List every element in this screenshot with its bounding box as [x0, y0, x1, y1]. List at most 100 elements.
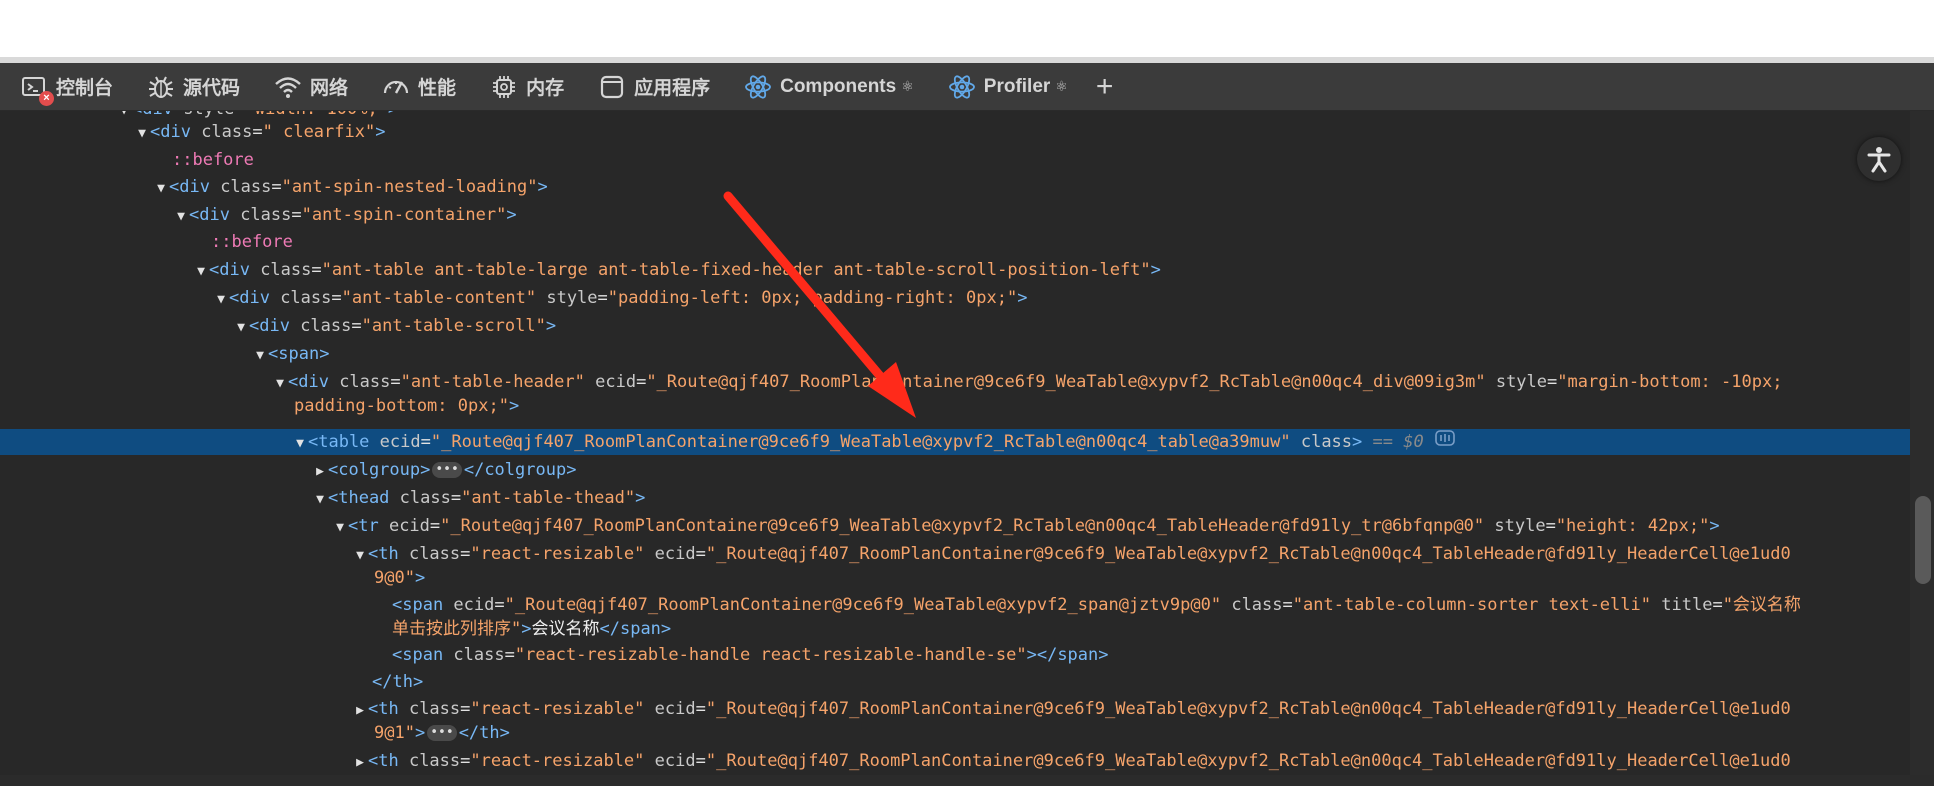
tag-open: <th — [368, 751, 409, 771]
expand-arrow[interactable]: ▼ — [272, 371, 288, 397]
attr-name: class — [408, 699, 461, 719]
tree-node[interactable]: ▼ <div class="ant-table-header" ecid="_Ro… — [0, 369, 1910, 395]
tree-node-selected[interactable]: ▼ <table ecid="_Route@qjf407_RoomPlanCont… — [0, 429, 1910, 455]
attr-name: class — [408, 751, 461, 771]
attr-name: class — [1300, 432, 1353, 452]
tree-pseudo-node[interactable]: ::before — [0, 147, 1910, 173]
tree-node[interactable]: ▼ <thead class="ant-table-thead"> — [0, 485, 1910, 511]
tag-open: <colgroup> — [328, 460, 431, 480]
tag-close: > — [506, 205, 517, 225]
tag-close: ></span> — [1026, 645, 1109, 665]
attr-value: "会议名称 — [1722, 595, 1801, 615]
collapsed-ellipsis[interactable]: ••• — [432, 462, 462, 478]
attr-name: ecid — [453, 595, 495, 615]
attr-name: class — [240, 205, 292, 225]
tree-node[interactable]: </th> — [0, 669, 1910, 695]
attr-value: "width: 100%;" — [245, 111, 388, 119]
tag-open: <div — [209, 260, 261, 280]
tab-application[interactable]: 应用程序 — [578, 63, 724, 110]
attr-name: style — [546, 288, 598, 308]
tab-sources[interactable]: 源代码 — [127, 63, 254, 110]
accessibility-button[interactable] — [1857, 137, 1901, 181]
expand-arrow[interactable]: ▶ — [352, 750, 368, 775]
copilot-icon[interactable] — [1434, 429, 1456, 455]
attr-name: ecid — [654, 699, 696, 719]
tab-profiler[interactable]: Profiler ⚛ — [928, 63, 1082, 110]
tree-node[interactable]: ▼ <div class="ant-table-scroll"> — [0, 313, 1910, 339]
gauge-icon — [382, 73, 410, 101]
attr-value: "ant-table ant-table-large ant-table-fix… — [321, 260, 1151, 280]
tag-close: > — [1709, 516, 1720, 536]
add-tab-button[interactable]: + — [1082, 71, 1128, 102]
tree-node[interactable]: <span class="react-resizable-handle reac… — [0, 642, 1910, 668]
tab-performance[interactable]: 性能 — [362, 63, 470, 110]
react-suffix-icon: ⚛ — [901, 78, 914, 94]
tab-network[interactable]: 网络 — [254, 63, 362, 110]
tag-close: > — [1017, 288, 1028, 308]
attr-name: class — [220, 177, 272, 197]
text-node: 会议名称 — [531, 619, 600, 639]
console-icon: × — [20, 73, 54, 106]
tag-open: <th — [368, 699, 409, 719]
horizontal-scrollbar[interactable] — [0, 775, 1934, 786]
tag-close: > — [1352, 432, 1363, 452]
attr-value: "ant-table-scroll" — [361, 316, 546, 336]
expand-arrow[interactable]: ▼ — [332, 515, 348, 541]
tag-close: > — [1150, 260, 1161, 280]
page-content-area — [0, 0, 1934, 57]
tab-label: 源代码 — [183, 78, 241, 99]
tab-memory[interactable]: 内存 — [470, 63, 578, 110]
tab-console[interactable]: × 控制台 — [0, 63, 127, 110]
attr-name: class — [280, 288, 332, 308]
collapsed-ellipsis[interactable]: ••• — [427, 725, 457, 741]
tree-node[interactable]: ▶ <th class="react-resizable" ecid="_Rout… — [0, 748, 1910, 774]
tree-node[interactable]: ▼ <div class="ant-table-content" style="p… — [0, 285, 1910, 311]
tree-node[interactable]: ▼ <tr ecid="_Route@qjf407_RoomPlanContain… — [0, 513, 1910, 539]
tag-end: </span> — [599, 619, 672, 639]
attr-value: "ant-table-content" — [341, 288, 537, 308]
tree-node[interactable]: ▼ <div class="ant-table ant-table-large a… — [0, 257, 1910, 283]
attr-name: title — [1661, 595, 1713, 615]
tab-components[interactable]: Components ⚛ — [724, 63, 928, 110]
tree-node[interactable]: ▼ <div class="ant-spin-container"> — [0, 202, 1910, 228]
expand-arrow[interactable]: ▼ — [292, 431, 308, 457]
tree-node[interactable]: ▶ <th class="react-resizable" ecid="_Rout… — [0, 696, 1910, 722]
tag-close: > — [537, 177, 548, 197]
expand-arrow[interactable]: ▼ — [134, 121, 150, 147]
tab-label: Components — [780, 75, 897, 97]
chip-icon — [490, 73, 518, 101]
tree-node[interactable]: <span ecid="_Route@qjf407_RoomPlanContai… — [0, 592, 1910, 618]
tree-node[interactable]: ▶ <colgroup> ••• </colgroup> — [0, 457, 1910, 483]
expand-arrow[interactable]: ▼ — [312, 487, 328, 513]
tree-pseudo-node[interactable]: ::before — [0, 229, 1910, 255]
attr-value: "ant-table-column-sorter text-elli" — [1292, 595, 1651, 615]
tree-node-continuation: 9@0"> — [0, 567, 1910, 589]
expand-arrow[interactable]: ▼ — [173, 204, 189, 230]
attr-name: ecid — [654, 544, 696, 564]
attr-value: " clearfix" — [262, 122, 376, 142]
expand-arrow[interactable]: ▼ — [233, 315, 249, 341]
tab-label: 网络 — [310, 78, 349, 99]
expand-arrow[interactable]: ▶ — [352, 698, 368, 724]
attr-value: "margin-bottom: -10px; — [1557, 372, 1783, 392]
tag-end: </th> — [372, 672, 424, 692]
vertical-scrollbar[interactable] — [1910, 111, 1934, 775]
tree-node[interactable]: ▼ <div class="ant-spin-nested-loading"> — [0, 174, 1910, 200]
tree-node[interactable]: ▼ <span> — [0, 341, 1910, 367]
tree-node[interactable]: ▼ <div class=" clearfix"> — [0, 119, 1910, 145]
error-badge: × — [39, 90, 54, 106]
tag-open: <div — [229, 288, 281, 308]
expand-arrow[interactable]: ▶ — [312, 459, 328, 485]
expand-arrow[interactable]: ▼ — [213, 287, 229, 313]
expand-arrow[interactable]: ▼ — [352, 543, 368, 569]
attr-value: "height: 42px;" — [1555, 516, 1710, 536]
attr-value: "_Route@qjf407_RoomPlanContainer@9ce6f9_… — [440, 516, 1485, 536]
expand-arrow[interactable]: ▼ — [193, 259, 209, 285]
pseudo-element: ::before — [172, 150, 254, 170]
tree-node[interactable]: ▼ <th class="react-resizable" ecid="_Rout… — [0, 541, 1910, 567]
tab-label: 性能 — [418, 78, 457, 99]
expand-arrow[interactable]: ▼ — [252, 343, 268, 369]
attr-name: ecid — [379, 432, 421, 452]
scrollbar-thumb[interactable] — [1915, 496, 1931, 584]
expand-arrow[interactable]: ▼ — [153, 176, 169, 202]
